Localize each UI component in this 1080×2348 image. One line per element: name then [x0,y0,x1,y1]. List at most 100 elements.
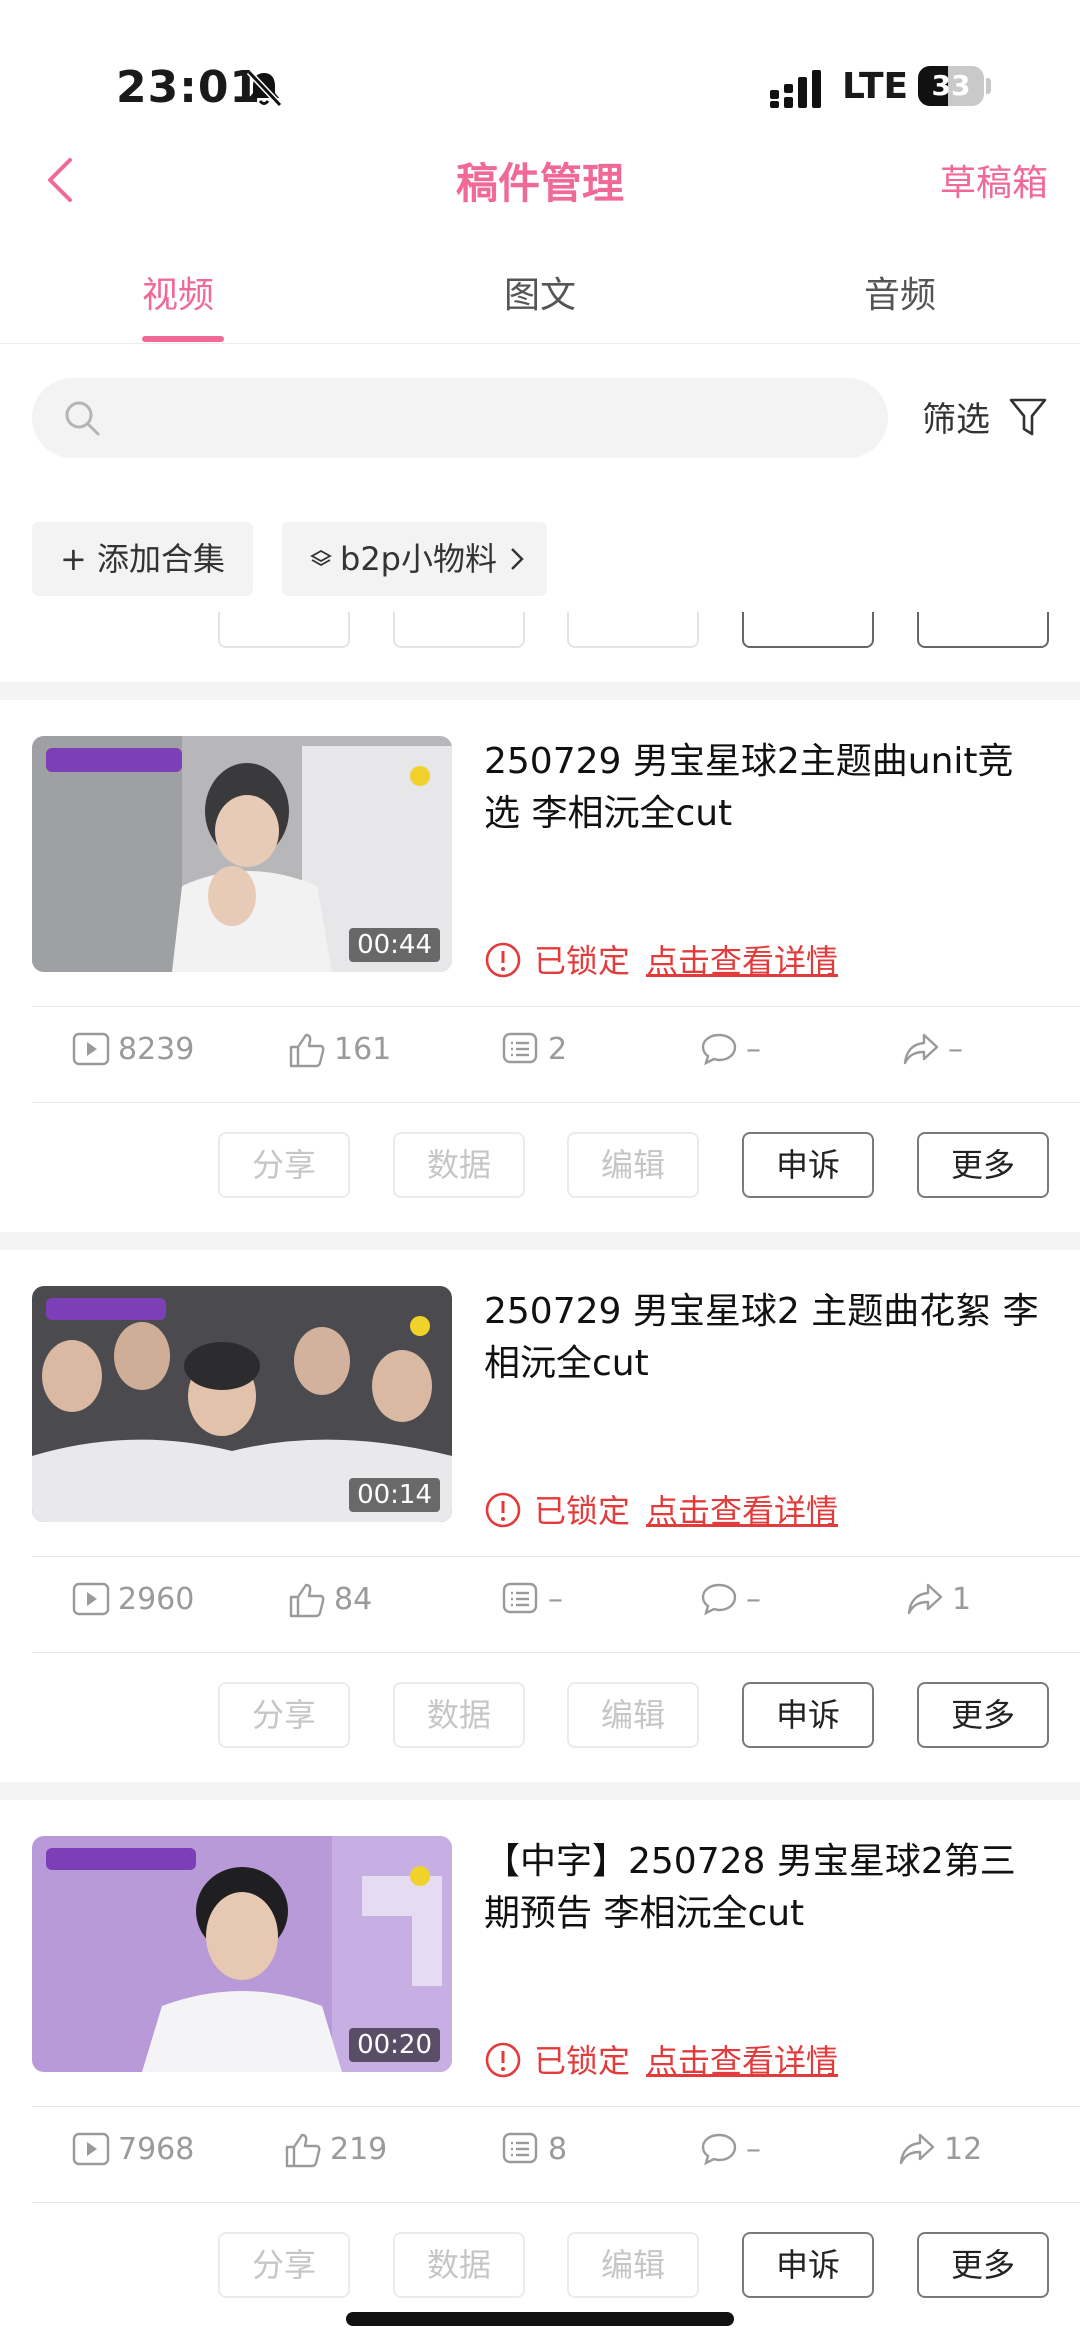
battery-indicator: 33 [918,66,984,106]
collection-chip[interactable]: b2p小物料 [282,522,547,596]
divider [32,1556,1080,1557]
signal-icon [770,70,821,108]
thumbs-up-icon [285,2133,321,2168]
divider [32,1652,1080,1653]
divider [32,2106,1080,2107]
shares-count: 1 [952,1582,972,1617]
share-button: 分享 [218,1682,350,1748]
data-button: 数据 [393,2232,525,2298]
video-card: 00:20 【中字】250728 男宝星球2第三期预告 李相沅全cut 已锁定点… [0,1836,1080,2348]
home-indicator[interactable] [346,2312,734,2326]
more-button[interactable]: 更多 [917,1682,1049,1748]
video-duration: 00:14 [349,1478,440,1512]
search-bar[interactable] [32,378,888,458]
share-button: 分享 [218,2232,350,2298]
previous-card-buttons [0,612,1080,648]
locked-status: 已锁定 点击查看详情 [484,2036,838,2082]
video-title[interactable]: 250729 男宝星球2主题曲unit竞选 李相沅全cut [484,736,1044,840]
drafts-button[interactable]: 草稿箱 [940,154,1048,206]
shares-count: – [948,1032,963,1067]
view-details-link[interactable]: 点击查看详情 [646,942,838,980]
danmaku-count: 2 [548,1032,568,1067]
view-details-link[interactable]: 点击查看详情 [646,2042,838,2080]
card-separator [0,1782,1080,1800]
divider [32,1006,1080,1007]
comment-icon [701,2133,737,2166]
views-count: 7968 [118,2132,195,2167]
nav-bar: 稿件管理 草稿箱 [0,140,1080,220]
status-time: 23:01 [116,62,262,113]
video-card: 00:14 250729 男宝星球2 主题曲花絮 李相沅全cut 已锁定 点击查看… [0,1286,1080,1818]
edit-button: 编辑 [567,1132,699,1198]
content-type-tabs: 视频 图文 音频 [0,256,1080,344]
danmaku-count: – [548,1582,563,1617]
card-separator [0,1232,1080,1250]
locked-status: 已锁定 点击查看详情 [484,1486,838,1532]
collection-chip-label: b2p小物料 [340,540,497,578]
manuscript-management-screen: 23:01 LTE 33 稿件管理 草稿箱 视频 图文 音频 筛选 + 添加合集… [0,0,1080,2348]
likes-count: 161 [334,1032,392,1067]
comments-count: – [746,1032,761,1067]
thumbs-up-icon [289,1033,325,1068]
video-title[interactable]: 【中字】250728 男宝星球2第三期预告 李相沅全cut [484,1836,1044,1940]
filter-button[interactable]: 筛选 [922,392,990,441]
shares-count: 12 [944,2132,983,2167]
page-title: 稿件管理 [455,159,624,208]
search-icon [65,401,100,436]
info-circle-icon [485,1492,521,1528]
views-count: 2960 [118,1582,195,1617]
edit-button: 编辑 [567,2232,699,2298]
locked-label: 已锁定 [534,2042,631,2080]
bell-muted-icon [246,69,283,108]
appeal-button[interactable]: 申诉 [742,1132,874,1198]
network-type: LTE [842,66,909,107]
danmaku-icon [502,2132,538,2164]
video-thumbnail[interactable]: 00:44 [32,736,452,972]
view-details-link[interactable]: 点击查看详情 [646,1492,838,1530]
share-arrow-icon [907,1583,943,1615]
tab-audio[interactable]: 音频 [864,266,936,318]
data-button: 数据 [393,1682,525,1748]
comments-count: – [746,1582,761,1617]
active-tab-indicator [142,336,224,342]
play-icon [72,1032,110,1066]
status-bar: 23:01 LTE 33 [0,0,1080,130]
danmaku-icon [502,1582,538,1614]
video-thumbnail[interactable]: 00:20 [32,1836,452,2072]
likes-count: 84 [334,1582,373,1617]
more-button[interactable]: 更多 [917,1132,1049,1198]
play-icon [72,2132,110,2166]
locked-label: 已锁定 [534,1492,631,1530]
share-button: 分享 [218,1132,350,1198]
add-collection-chip[interactable]: + 添加合集 [32,522,253,596]
data-button: 数据 [393,1132,525,1198]
video-card: 00:44 250729 男宝星球2主题曲unit竞选 李相沅全cut 已锁定点… [0,736,1080,1268]
comments-count: – [746,2132,761,2167]
comment-icon [701,1583,737,1616]
edit-button: 编辑 [567,1682,699,1748]
video-duration: 00:20 [349,2028,440,2062]
views-count: 8239 [118,1032,195,1067]
comment-icon [701,1033,737,1066]
filter-funnel-icon[interactable] [1008,396,1048,438]
danmaku-icon [502,1032,538,1064]
search-input[interactable] [122,378,862,458]
tab-video[interactable]: 视频 [142,266,214,318]
video-title[interactable]: 250729 男宝星球2 主题曲花絮 李相沅全cut [484,1286,1044,1390]
likes-count: 219 [330,2132,388,2167]
appeal-button[interactable]: 申诉 [742,1682,874,1748]
video-duration: 00:44 [349,928,440,962]
tab-image-text[interactable]: 图文 [504,266,576,318]
battery-level: 33 [931,69,971,102]
appeal-button[interactable]: 申诉 [742,2232,874,2298]
play-icon [72,1582,110,1616]
locked-label: 已锁定 [534,942,631,980]
info-circle-icon [485,2042,521,2078]
battery-nub [986,78,991,94]
share-arrow-icon [899,2133,935,2165]
card-separator [0,682,1080,700]
more-button[interactable]: 更多 [917,2232,1049,2298]
layers-icon [310,549,332,567]
video-thumbnail[interactable]: 00:14 [32,1286,452,1522]
thumbs-up-icon [289,1583,325,1618]
